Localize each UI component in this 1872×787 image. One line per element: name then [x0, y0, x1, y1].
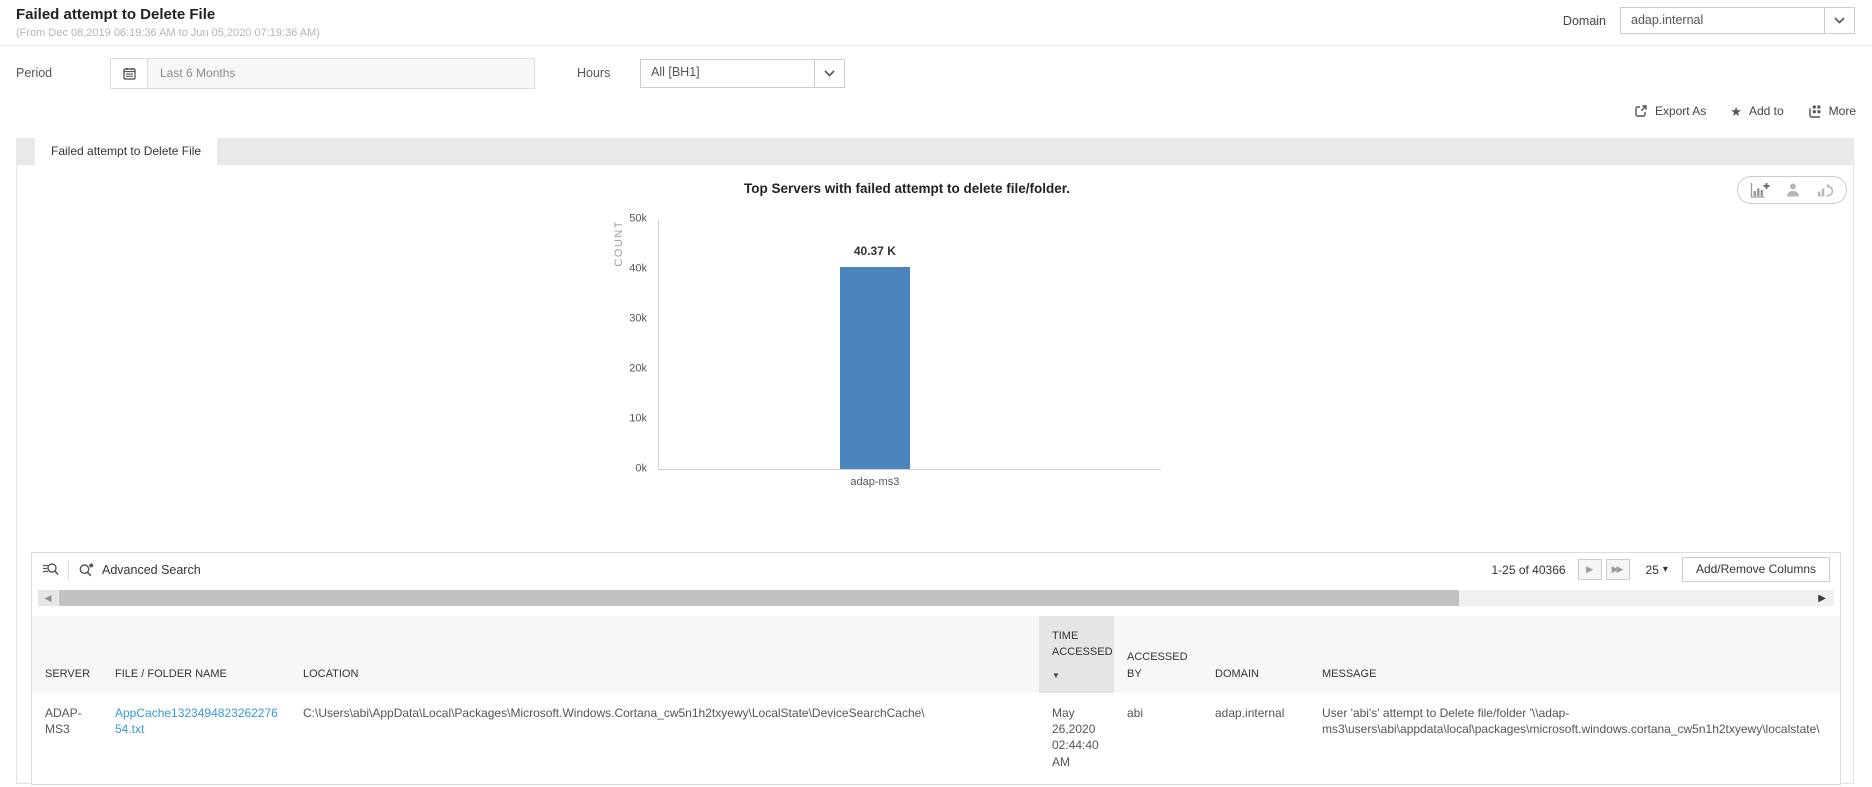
add-to-label: Add to [1748, 104, 1784, 118]
more-icon [1808, 104, 1822, 118]
scrollbar-thumb[interactable] [59, 590, 1459, 606]
more-label: More [1828, 104, 1856, 118]
col-header-file-folder-name[interactable]: FILE / FOLDER NAME [102, 616, 290, 693]
table-header-row: SERVER FILE / FOLDER NAME LOCATION TIME … [32, 616, 1840, 693]
file-name-link[interactable]: AppCache132349482326227654.txt [115, 706, 278, 736]
last-page-button[interactable]: ▶▶ [1605, 559, 1630, 580]
y-tick-label: 30k [629, 312, 647, 325]
results-table-card: Advanced Search 1-25 of 40366 ▶ ▶▶ 25 ▾ … [31, 552, 1841, 785]
chevron-down-icon[interactable] [1824, 8, 1854, 33]
domain-filter: Domain adap.internal [1563, 7, 1855, 34]
period-label: Period [16, 66, 53, 80]
chevron-down-icon[interactable] [814, 60, 844, 87]
scroll-right-arrow[interactable]: ▶ [1818, 590, 1826, 606]
next-page-button[interactable]: ▶ [1577, 559, 1602, 580]
add-to-button[interactable]: ★ Add to [1730, 104, 1783, 118]
cell-accessed-by: abi [1114, 693, 1202, 784]
caret-down-icon: ▾ [1662, 564, 1668, 575]
period-input-group: Last 6 Months [110, 58, 535, 89]
export-as-label: Export As [1654, 104, 1707, 118]
star-icon: ★ [1730, 103, 1742, 119]
report-panel: Top Servers with failed attempt to delet… [16, 165, 1854, 785]
calendar-icon[interactable] [111, 59, 148, 88]
col-header-time-accessed-label: TIME ACCESSED [1052, 629, 1113, 659]
y-tick-label: 40k [629, 262, 647, 275]
cell-location: C:\Users\abi\AppData\Local\Packages\Micr… [290, 693, 1039, 784]
col-header-accessed-by[interactable]: ACCESSED BY [1114, 616, 1202, 693]
chart-refresh-icon[interactable] [1816, 182, 1834, 198]
table-row: ADAP-MS3 AppCache132349482326227654.txt … [32, 693, 1840, 784]
plot-area: COUNT 0k 10k 20k 30k 40k 50k 40.37 K adap-ms3 [613, 213, 1161, 488]
y-tick-label: 50k [629, 212, 647, 225]
horizontal-scrollbar[interactable]: ◀ ▶ [38, 590, 1834, 606]
filters-row: Period Last 6 Months Hours All [BH1] [0, 58, 1872, 90]
report-date-range: (From Dec 08,2019 06:19:36 AM to Jun 05,… [16, 27, 320, 39]
add-remove-columns-button[interactable]: Add/Remove Columns [1681, 557, 1830, 582]
x-category-label: adap-ms3 [850, 476, 900, 488]
scroll-left-arrow[interactable]: ◀ [38, 590, 58, 606]
advanced-search-icon[interactable] [78, 562, 95, 577]
table-toolbar: Advanced Search 1-25 of 40366 ▶ ▶▶ 25 ▾ … [32, 553, 1840, 586]
pagination-range: 1-25 of 40366 [1491, 562, 1566, 577]
page-size-value: 25 [1645, 562, 1659, 577]
user-view-icon[interactable] [1785, 182, 1801, 198]
report-actions: Export As ★ Add to More [1634, 104, 1856, 118]
hours-select[interactable]: All [BH1] [640, 59, 845, 88]
page-header: Failed attempt to Delete File (From Dec … [0, 0, 1872, 46]
cell-server: ADAP-MS3 [32, 693, 102, 784]
more-button[interactable]: More [1808, 104, 1856, 118]
y-axis-label: COUNT [613, 220, 625, 267]
chart-title: Top Servers with failed attempt to delet… [743, 181, 1071, 196]
tab-bar: Failed attempt to Delete File [16, 138, 1854, 165]
col-header-message[interactable]: MESSAGE [1309, 616, 1840, 693]
y-tick-label: 0k [635, 462, 647, 475]
y-tick-label: 20k [629, 362, 647, 375]
export-icon [1634, 104, 1648, 118]
col-header-server[interactable]: SERVER [32, 616, 102, 693]
bar-value-label: 40.37 K [853, 244, 896, 259]
results-table: SERVER FILE / FOLDER NAME LOCATION TIME … [32, 616, 1840, 784]
col-header-domain[interactable]: DOMAIN [1202, 616, 1309, 693]
tab-failed-attempt-to-delete-file[interactable]: Failed attempt to Delete File [35, 138, 218, 165]
chart-toolbar [1737, 176, 1847, 204]
sort-desc-icon[interactable]: ▼ [1052, 670, 1106, 682]
y-tick-label: 10k [629, 412, 647, 425]
toolbar-divider [68, 559, 69, 580]
domain-select[interactable]: adap.internal [1620, 7, 1855, 34]
domain-label: Domain [1562, 13, 1606, 28]
page-title: Failed attempt to Delete File [16, 6, 216, 23]
cell-domain: adap.internal [1202, 693, 1309, 784]
hours-label: Hours [577, 66, 611, 80]
col-header-time-accessed[interactable]: TIME ACCESSED ▼ [1039, 616, 1114, 693]
column-search-icon[interactable] [42, 562, 59, 577]
page-size-select[interactable]: 25 ▾ [1646, 563, 1668, 577]
domain-select-value: adap.internal [1631, 13, 1704, 27]
export-as-button[interactable]: Export As [1634, 104, 1706, 118]
add-chart-icon[interactable] [1750, 182, 1770, 199]
bar-adap-ms3[interactable] [839, 267, 910, 469]
hours-select-value: All [BH1] [651, 65, 700, 79]
cell-message: User 'abi's' attempt to Delete file/fold… [1309, 693, 1840, 784]
cell-time-accessed: May 26,2020 02:44:40 AM [1039, 693, 1114, 784]
period-input[interactable]: Last 6 Months [148, 59, 534, 88]
advanced-search-label[interactable]: Advanced Search [102, 563, 201, 577]
col-header-location[interactable]: LOCATION [290, 616, 1039, 693]
